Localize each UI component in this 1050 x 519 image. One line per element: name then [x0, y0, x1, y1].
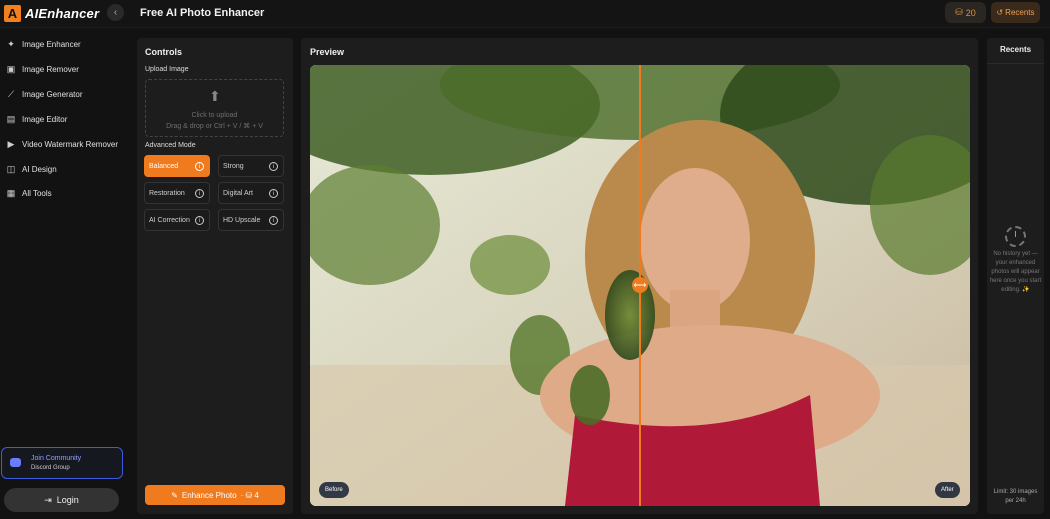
- upload-hint-secondary: Drag & drop or Ctrl + V / ⌘ + V: [166, 123, 263, 130]
- logo-badge: A: [4, 4, 21, 22]
- wand-icon: ✎: [171, 490, 178, 500]
- info-icon[interactable]: i: [269, 216, 278, 225]
- login-label: Login: [56, 495, 79, 505]
- enhance-photo-button[interactable]: ✎ Enhance Photo · ⛁ 4: [145, 485, 285, 505]
- grid-icon: ▦: [6, 187, 16, 198]
- upload-label: Upload Image: [145, 66, 189, 73]
- recents-divider: [987, 63, 1044, 64]
- mode-label: Strong: [223, 162, 244, 170]
- collapse-sidebar-button[interactable]: ‹: [107, 4, 124, 21]
- sparkle-icon: ✦: [7, 38, 15, 49]
- coin-icon: ⛁: [955, 7, 963, 17]
- mode-restoration-button[interactable]: Restoration i: [144, 182, 210, 204]
- image-edit-icon: ▤: [6, 113, 16, 124]
- sidebar-item-video-watermark-remover[interactable]: ▶ Video Watermark Remover: [6, 137, 119, 151]
- mode-label: HD Upscale: [223, 216, 261, 224]
- image-remove-icon: ▣: [6, 63, 16, 74]
- sidebar-item-image-generator[interactable]: ⟋ Image Generator: [6, 87, 83, 101]
- mode-label: Digital Art: [223, 189, 253, 197]
- recents-button-label: Recents: [1005, 8, 1035, 17]
- top-bar: A AIEnhancer ‹ Free AI Photo Enhancer ⛁ …: [0, 0, 1050, 28]
- upload-dropzone[interactable]: ⬆ Click to upload Drag & drop or Ctrl + …: [145, 79, 284, 137]
- sidebar-item-label: Video Watermark Remover: [22, 139, 119, 149]
- mode-label: Balanced: [149, 162, 179, 170]
- preview-panel: Preview ⟷ Before After: [301, 38, 978, 514]
- advanced-mode-label: Advanced Mode: [145, 142, 196, 149]
- sidebar-item-image-editor[interactable]: ▤ Image Editor: [6, 112, 68, 126]
- sidebar-item-label: Image Remover: [22, 64, 79, 74]
- sidebar: ✦ Image Enhancer ▣ Image Remover ⟋ Image…: [0, 28, 127, 519]
- recents-title: Recents: [999, 45, 1032, 54]
- after-label: After: [935, 482, 960, 498]
- join-community-button[interactable]: Join Community Discord Group: [1, 447, 123, 479]
- sidebar-item-label: Image Editor: [22, 114, 68, 124]
- compare-slider-handle[interactable]: ⟷: [632, 277, 648, 293]
- logo-text: AIEnhancer: [25, 5, 100, 21]
- info-icon[interactable]: i: [195, 162, 204, 171]
- info-icon[interactable]: i: [269, 162, 278, 171]
- mode-digital-art-button[interactable]: Digital Art i: [218, 182, 284, 204]
- design-icon: ◫: [6, 163, 16, 174]
- recents-button[interactable]: ↺ Recents: [991, 2, 1040, 23]
- controls-panel: Controls Upload Image ⬆ Click to upload …: [137, 38, 293, 514]
- sidebar-item-label: All Tools: [22, 188, 52, 198]
- page-title: Free AI Photo Enhancer: [140, 7, 265, 19]
- sidebar-item-image-remover[interactable]: ▣ Image Remover: [6, 62, 79, 76]
- enhance-cost: · ⛁ 4: [240, 490, 259, 500]
- info-icon[interactable]: i: [195, 216, 204, 225]
- before-label: Before: [319, 482, 349, 498]
- sidebar-item-label: AI Design: [22, 164, 57, 174]
- clock-icon: [1005, 226, 1026, 247]
- upload-icon: ⬆: [209, 88, 221, 104]
- mode-hd-upscale-button[interactable]: HD Upscale i: [218, 209, 284, 231]
- community-title: Join Community: [31, 455, 82, 462]
- mode-label: AI Correction: [149, 216, 190, 224]
- sidebar-item-label: Image Enhancer: [22, 39, 81, 49]
- info-icon[interactable]: i: [269, 189, 278, 198]
- mode-label: Restoration: [149, 189, 185, 197]
- recents-panel: Recents No history yet — your enhanced p…: [987, 38, 1044, 514]
- credits-badge[interactable]: ⛁ 20: [945, 2, 986, 23]
- credits-count: 20: [965, 7, 976, 18]
- login-button[interactable]: ⇥ Login: [4, 488, 119, 512]
- video-icon: ▶: [7, 138, 15, 149]
- magic-wand-icon: ⟋: [7, 88, 15, 99]
- recents-empty-message: No history yet — your enhanced photos wi…: [989, 251, 1042, 293]
- sidebar-item-all-tools[interactable]: ▦ All Tools: [6, 186, 52, 200]
- mode-ai-correction-button[interactable]: AI Correction i: [144, 209, 210, 231]
- discord-icon: [10, 458, 21, 467]
- login-icon: ⇥: [44, 494, 52, 505]
- community-subtitle: Discord Group: [31, 465, 70, 471]
- sidebar-item-label: Image Generator: [22, 89, 83, 99]
- controls-title: Controls: [145, 47, 182, 57]
- history-icon: ↺: [996, 8, 1004, 17]
- sidebar-item-ai-design[interactable]: ◫ AI Design: [6, 162, 57, 176]
- upload-hint-primary: Click to upload: [191, 112, 238, 119]
- recents-limit-note: Limit: 30 images per 24h: [993, 489, 1038, 504]
- preview-image[interactable]: ⟷ Before After: [310, 65, 970, 506]
- preview-title: Preview: [310, 47, 345, 57]
- app-logo[interactable]: A AIEnhancer: [4, 4, 99, 22]
- info-icon[interactable]: i: [195, 189, 204, 198]
- mode-strong-button[interactable]: Strong i: [218, 155, 284, 177]
- mode-balanced-button[interactable]: Balanced i: [144, 155, 210, 177]
- sidebar-item-image-enhancer[interactable]: ✦ Image Enhancer: [6, 37, 81, 51]
- enhance-label: Enhance Photo: [181, 490, 237, 500]
